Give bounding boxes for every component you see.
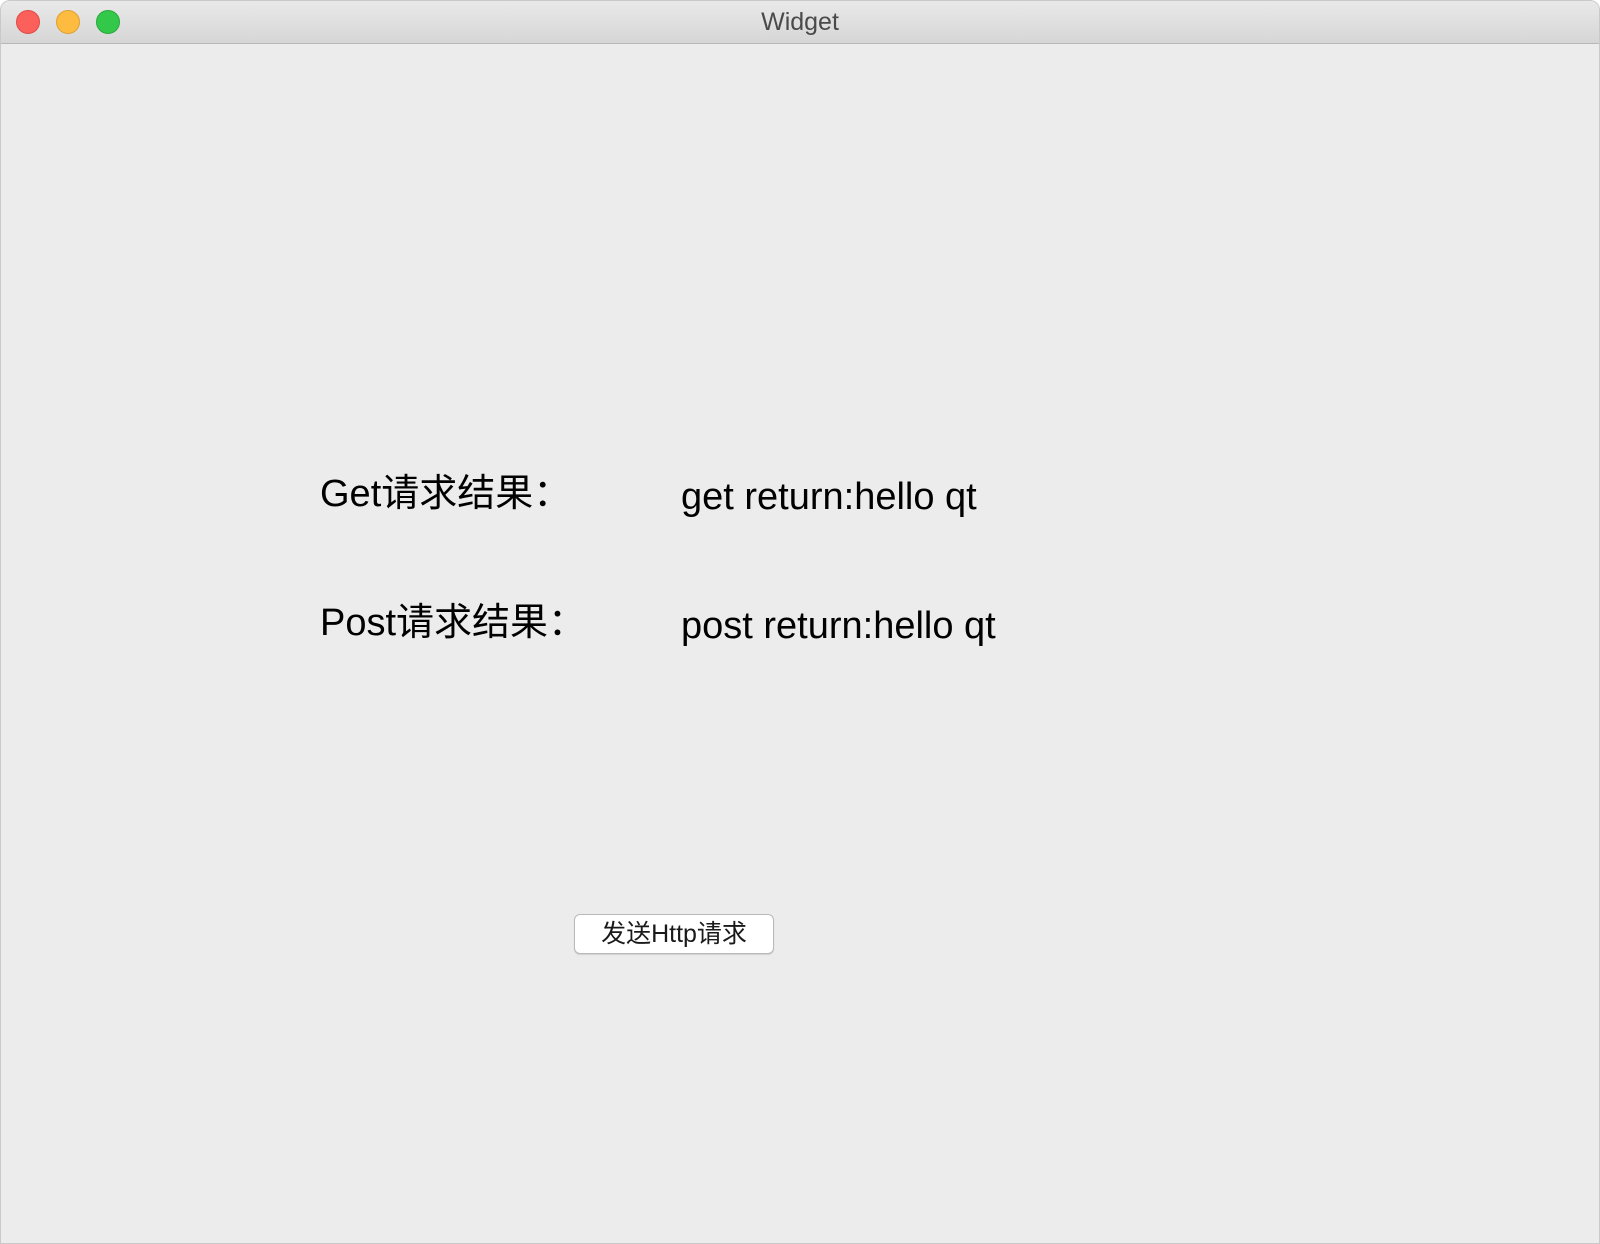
get-result-value: get return:hello qt [681,476,977,518]
send-http-request-button[interactable]: 发送Http请求 [574,914,774,954]
main-content: Get请求结果： get return:hello qt Post请求结果： p… [1,44,1599,1243]
title-bar[interactable]: Widget [1,1,1599,44]
post-result-label: Post请求结果： [320,602,587,644]
app-window: Widget Get请求结果： get return:hello qt Post… [0,0,1600,1244]
post-result-value: post return:hello qt [681,605,996,647]
get-result-label: Get请求结果： [320,473,572,515]
window-title: Widget [761,8,839,36]
